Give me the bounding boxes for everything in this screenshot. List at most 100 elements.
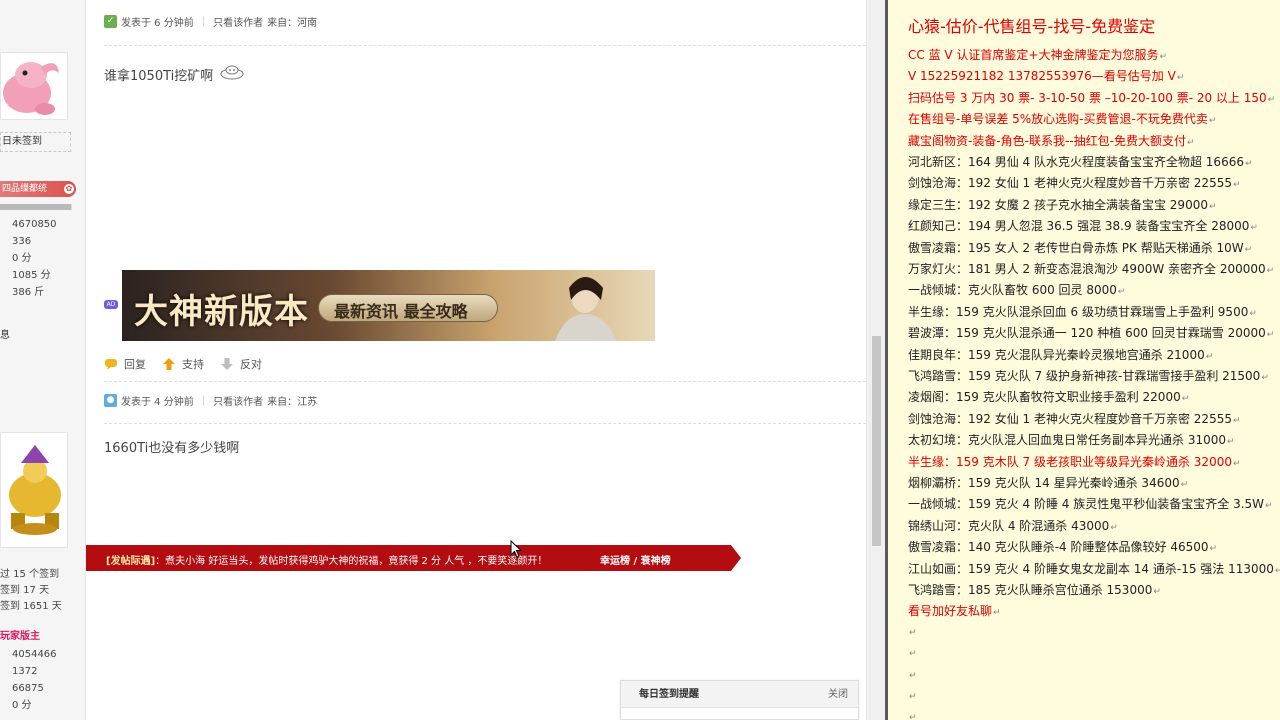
avatar-pink-creature-icon [1,53,67,119]
experience-bar [0,204,72,210]
notepad-line: 红颜知己：194 男人忽混 36.5 强混 38.9 装备宝宝齐全 28000↵ [908,217,1258,234]
post-text: 1660Ti也没有多少钱啊 [104,441,240,456]
post-thread: ✓ 发表于 6 分钟前 | 只看该作者 来自：河南 谁拿1050Ti挖矿啊 AD… [86,0,867,720]
notepad-title-text: 心猿-估价-代售组号-找号-免费鉴定 [908,17,1156,36]
experience-bar-fill [0,204,71,210]
sign-info: 过 15 个签到 签到 17 天 签到 1651 天 [0,567,62,615]
notepad-line: 剑蚀沧海：192 女仙 1 老神火克火程度妙音千万亲密 22555↵ [908,410,1241,427]
divider [104,423,866,424]
notepad-line-text: 一战倾城：159 克火 4 阶睡 4 族灵性鬼平秒仙装备宝宝齐全 3.5W [908,497,1265,512]
notepad-line-text: 藏宝阁物资-装备-角色-联系我--抽红包-免费大额支付 [908,133,1186,148]
post-actions: 回复 支持 反对 [104,356,278,372]
paragraph-mark-icon: ↵ [1244,244,1253,255]
scrollbar[interactable] [868,0,885,720]
notepad-line: 剑蚀沧海：192 女仙 1 老神火克火程度妙音千万亲密 22555↵ [908,174,1241,191]
notepad-line: 太初幻境：克火队混人回血鬼日常任务副本异光通杀 31000↵ [908,431,1235,448]
avatar[interactable] [0,52,68,120]
notepad-line-text: 半生缘：159 克木队 7 级老孩职业等级异光秦岭通杀 32000 [908,454,1232,469]
notepad-line-text: 河北新区：164 男仙 4 队水克火程度装备宝宝齐全物超 16666 [908,155,1244,169]
reply-button[interactable]: 回复 [104,356,146,372]
notepad-line: 扫码估号 3 万内 30 票- 3-10-50 票 –10-20-100 票- … [908,89,1275,106]
post-content: 1660Ti也没有多少钱啊 [104,437,239,456]
user-status-icon: ● [104,394,117,407]
notepad-line-text: 飞鸿踏雪：185 克火队睡杀宫位通杀 153000 [908,583,1153,597]
notepad-line-text: 碧波潭：159 克火队混杀通一 120 种植 600 回灵甘霖瑞雪 20000 [908,326,1266,341]
signin-reminder-title: 每日签到提醒 [639,689,699,700]
paragraph-mark-icon: ↵ [1205,351,1214,362]
divider [104,381,866,382]
paragraph-mark-icon: ↵ [909,713,917,720]
ad-banner[interactable]: 大神新版本 最新资讯 最全攻略 [122,270,655,341]
ad-banner-title: 大神新版本 [134,292,309,332]
rank-badge[interactable]: 四品缫都统 ✿ [0,181,76,197]
stat-value: 0 分 [12,253,32,264]
ad-character-icon [555,277,617,341]
notepad-line: ↵ [908,624,917,638]
avatar[interactable] [0,432,68,548]
author-only-link[interactable]: 只看该作者 [213,393,263,408]
notepad-title: 心猿-估价-代售组号-找号-免费鉴定 [908,13,1155,37]
notepad-line: ↵ [908,688,917,702]
paragraph-mark-icon: ↵ [909,670,917,681]
paragraph-mark-icon: ↵ [1265,501,1273,512]
paragraph-mark-icon: ↵ [1117,287,1126,298]
notepad-line-text: 剑蚀沧海：192 女仙 1 老神火克火程度妙音千万亲密 22555 [908,176,1232,191]
luck-notice-message: ：煮夫小海 好运当头，发帖时获得鸡驴大神的祝福，竟获得 2 分 人气 ，不要笑逐… [155,556,548,567]
notepad-line: 锦绣山河：克火队 4 阶混通杀 43000↵ [908,517,1118,534]
sign-info-line: 签到 17 天 [0,585,50,596]
notepad-line: 一战倾城：159 克火 4 阶睡 4 族灵性鬼平秒仙装备宝宝齐全 3.5W↵ [908,495,1273,512]
paragraph-mark-icon: ↵ [1261,373,1269,383]
notepad-line: 在售组号-单号误差 5%放心选购-买费管退-不玩免费代卖↵ [908,110,1216,127]
scrollbar-thumb[interactable] [872,336,881,546]
notepad-line-text: 在售组号-单号误差 5%放心选购-买费管退-不玩免费代卖 [908,112,1208,127]
notepad-line-text: 一战倾城：克火队畜牧 600 回灵 8000 [908,283,1117,298]
stat-value: 4054466 [12,649,57,660]
author-only-link[interactable]: 只看该作者 [213,14,263,29]
notepad-line-text: 万家灯火：181 男人 2 新变态混浪淘沙 4900W 亲密齐全 200000 [908,262,1266,276]
notepad-line-text: 看号加好友私聊 [908,604,993,619]
oppose-label: 反对 [240,358,262,371]
paragraph-mark-icon: ↵ [1186,137,1195,148]
notepad-line-text: 缘定三生：192 女魔 2 孩子克水抽全满装备宝宝 29000 [908,197,1208,212]
notepad-line-text: 傲雪凌霜：140 克火队睡杀-4 阶睡整体品像较好 46500 [908,540,1209,555]
paragraph-mark-icon: ↵ [1267,94,1276,105]
paragraph-mark-icon: ↵ [1181,394,1190,405]
support-button[interactable]: 支持 [162,356,204,372]
notepad-line: 藏宝阁物资-装备-角色-联系我--抽红包-免费大额支付↵ [908,132,1195,149]
notepad-line-text: V 15225921182 13782553976—看号估号加 V [908,69,1176,84]
paragraph-mark-icon: ↵ [1274,565,1280,576]
message-link[interactable]: 息 [0,326,10,341]
notepad-document[interactable]: 心猿-估价-代售组号-找号-免费鉴定 CC 蓝 V 认证首席鉴定+大神金牌鉴定为… [888,0,1280,720]
paragraph-mark-icon: ↵ [1232,415,1241,426]
luck-notice-text: [发帖际遇]：煮夫小海 好运当头，发帖时获得鸡驴大神的祝福，竟获得 2 分 人气… [106,552,547,567]
notepad-line: 佳期良年：159 克火混队异光秦岭灵猴地宫通杀 21000↵ [908,346,1213,363]
online-status-icon: ✓ [104,15,117,28]
paragraph-mark-icon: ↵ [1180,480,1189,490]
user-stats: 4670850 336 0 分 1085 分 386 斤 [12,216,57,301]
reply-label: 回复 [124,358,146,371]
emoticon-icon [219,64,245,84]
oppose-button[interactable]: 反对 [220,356,262,372]
post-time: 发表于 4 分钟前 [121,397,194,408]
moderator-title[interactable]: 玩家版主 [0,627,40,642]
paragraph-mark-icon: ↵ [1232,458,1241,469]
paragraph-mark-icon: ↵ [1208,116,1217,127]
paragraph-mark-icon: ↵ [1176,73,1185,84]
notepad-line: 傲雪凌霜：195 女人 2 老传世白骨赤炼 PK 帮贴天梯通杀 10W↵ [908,239,1252,256]
notepad-line: ↵ [908,667,917,681]
stat-value: 4670850 [12,219,57,230]
sign-status: 日未签到 [0,132,71,152]
stat-value: 1085 分 [12,270,51,281]
notepad-line: 烟柳灞桥：159 克火队 14 星异光秦岭通杀 34600↵ [908,474,1188,491]
paragraph-mark-icon: ↵ [1244,159,1253,169]
close-button[interactable]: 关闭 [828,681,848,708]
thumb-up-arrow-icon [163,358,175,370]
notepad-line-text: 飞鸿踏雪：159 克火队 7 级护身新神孩-甘霖瑞雪接手盈利 21500 [908,369,1261,383]
luck-ranking-link[interactable]: 幸运榜 / 衰神榜 [600,552,671,567]
notepad-line-text: 扫码估号 3 万内 30 票- 3-10-50 票 –10-20-100 票- … [908,90,1267,105]
notepad-line: ↵ [908,709,917,720]
paragraph-mark-icon: ↵ [909,627,917,638]
signin-reminder-panel: 每日签到提醒 关闭 [620,680,859,720]
paragraph-mark-icon: ↵ [909,649,917,660]
ad-banner-subtitle: 最新资讯 最全攻略 [334,302,468,321]
